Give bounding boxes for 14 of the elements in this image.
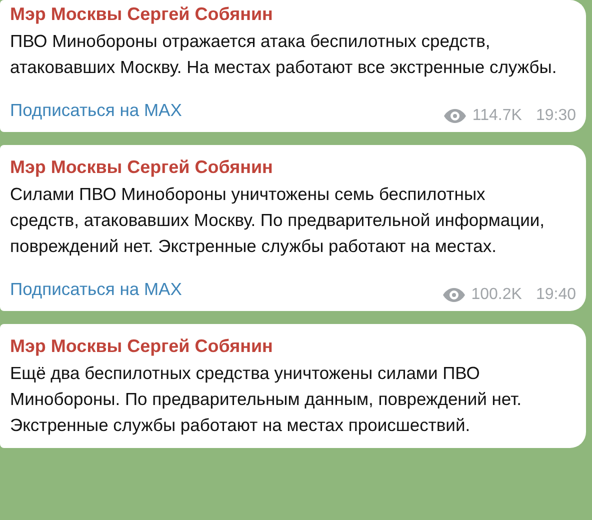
author-name: Мэр Москвы Сергей Собянин: [10, 335, 274, 358]
message-text: Силами ПВО Минобороны уничтожены семь беспилотных средств, атаковавших Москву. По предварительной информации, повреждений нет. Экстренные службы работают на местах.: [10, 183, 546, 258]
message-text: Ещё два беспилотных средства уничтожены силами ПВО Минобороны. По предварительным данным, повреждений нет. Экстренные службы работают на местах происшествий.: [10, 362, 523, 437]
subscribe-link[interactable]: Подписаться на МАХ: [10, 277, 182, 301]
view-count: 114.7K: [472, 106, 522, 126]
message-time: 19:40: [536, 285, 576, 305]
author-name: Мэр Москвы Сергей Собянин: [10, 156, 274, 179]
view-count: 100.2K: [471, 285, 522, 305]
message-time: 19:30: [536, 106, 576, 126]
eye-icon: [443, 288, 466, 302]
eye-icon: [444, 109, 466, 123]
subscribe-link[interactable]: Подписаться на МАХ: [10, 98, 182, 122]
author-name: Мэр Москвы Сергей Собянин: [10, 3, 274, 26]
message-text: ПВО Минобороны отражается атака беспилотных средств, атаковавших Москву. На местах работают все экстренные службы.: [10, 30, 558, 79]
